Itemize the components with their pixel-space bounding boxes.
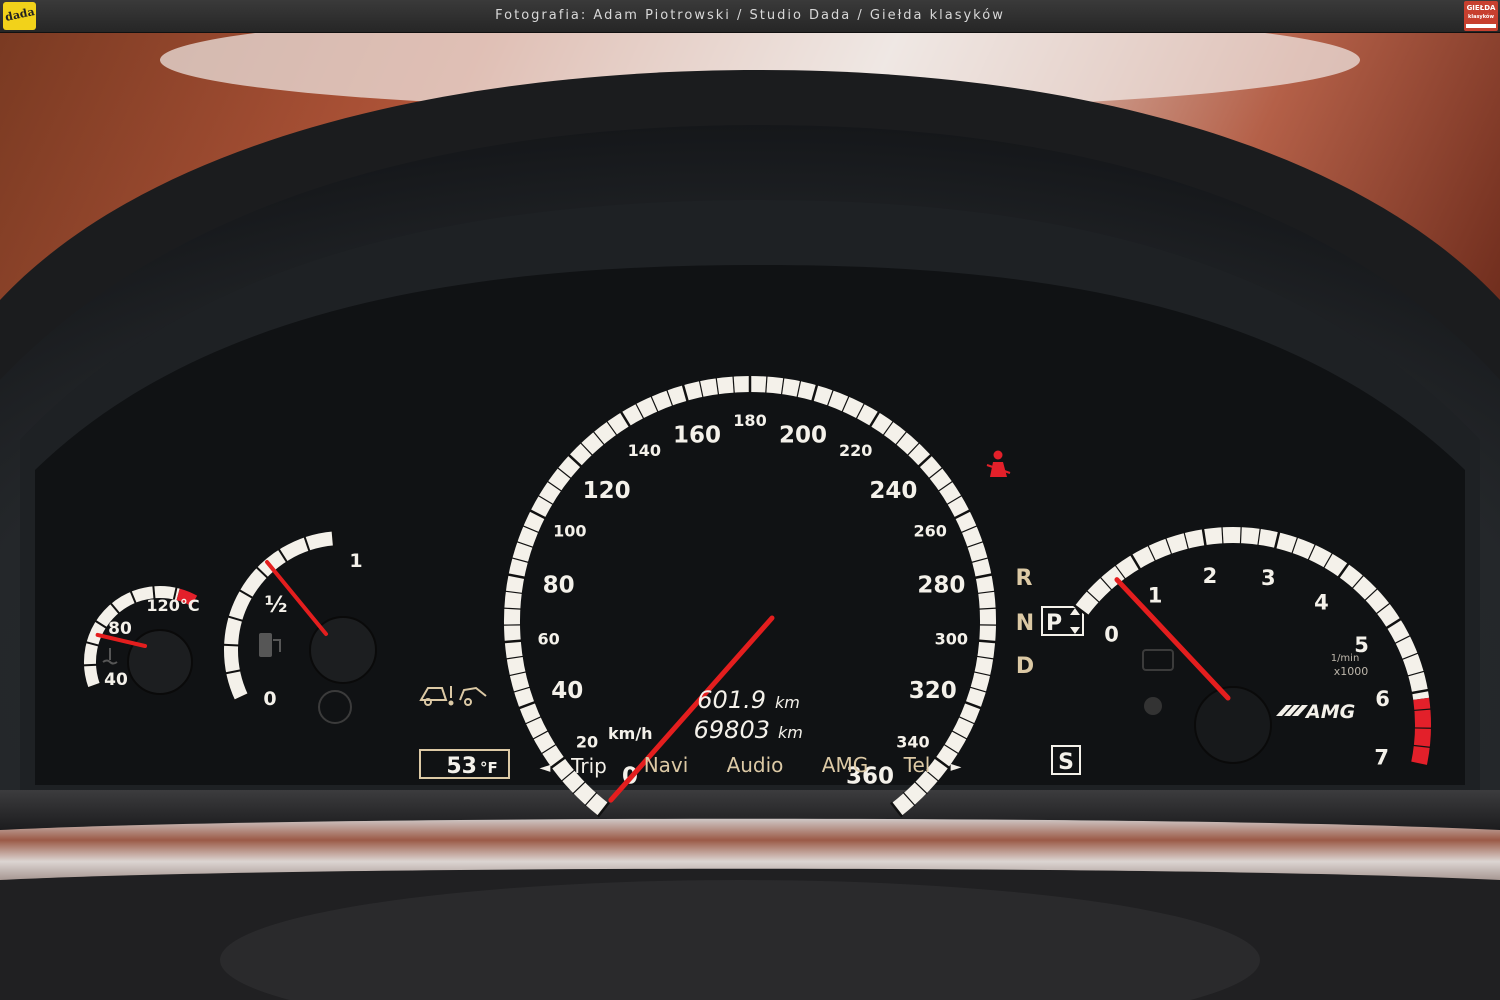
photo-credit-bar: dada Fotografia: Adam Piotrowski / Studi… bbox=[0, 0, 1500, 33]
trip-unit: km bbox=[775, 693, 800, 712]
speedometer-tick bbox=[503, 639, 522, 644]
tach-tick bbox=[1239, 526, 1242, 545]
rpm-label: 3 bbox=[1261, 566, 1276, 590]
rpm-multiplier: x1000 bbox=[1334, 665, 1369, 678]
rpm-label: 4 bbox=[1314, 590, 1329, 614]
rpm-label: 1 bbox=[1148, 584, 1163, 608]
speed-label-minor: 20 bbox=[576, 732, 598, 751]
menu-item-amg[interactable]: AMG bbox=[822, 753, 868, 777]
speed-label-minor: 300 bbox=[935, 629, 968, 648]
speed-label-minor: 340 bbox=[896, 732, 929, 751]
gielda-logo: GIEŁDA klasyków bbox=[1464, 1, 1498, 31]
menu-left-arrow-icon[interactable]: ◄ bbox=[540, 760, 551, 776]
menu-item-tel[interactable]: Tel bbox=[903, 753, 931, 777]
total-unit: km bbox=[778, 723, 803, 742]
speed-label-minor: 140 bbox=[628, 441, 661, 460]
speed-label-major: 80 bbox=[543, 572, 575, 598]
fuel-tick bbox=[331, 530, 335, 547]
drive-mode: S bbox=[1058, 750, 1074, 775]
speed-label-minor: 100 bbox=[553, 522, 586, 541]
tach-redzone bbox=[1410, 697, 1431, 767]
menu-item-audio[interactable]: Audio bbox=[727, 753, 784, 777]
menu-item-trip[interactable]: Trip bbox=[570, 754, 607, 778]
rpm-label: 6 bbox=[1375, 687, 1390, 711]
speed-label-major: 40 bbox=[551, 678, 583, 704]
speedometer-tick bbox=[978, 639, 997, 644]
fuel-label-half: ½ bbox=[265, 593, 288, 618]
rpm-label: 2 bbox=[1203, 564, 1218, 588]
temp-label-low: 40 bbox=[104, 670, 128, 690]
speed-label-major: 160 bbox=[673, 422, 721, 448]
gear-d: D bbox=[1016, 654, 1034, 679]
gear-r: R bbox=[1016, 566, 1033, 591]
menu-right-arrow-icon[interactable]: ► bbox=[951, 759, 962, 775]
temp-needle-hub bbox=[127, 629, 193, 695]
gear-selected: P bbox=[1046, 611, 1062, 636]
amg-brand: AMG bbox=[1304, 701, 1355, 723]
temp-label-mid: 80 bbox=[108, 619, 132, 639]
rpm-label: 7 bbox=[1374, 746, 1389, 770]
outside-temp-value: 53 bbox=[446, 754, 477, 779]
speed-unit: km/h bbox=[608, 724, 653, 743]
fuel-tick bbox=[223, 643, 240, 647]
photo-credit: Fotografia: Adam Piotrowski / Studio Dad… bbox=[495, 8, 1005, 23]
speed-label-major: 120 bbox=[583, 478, 631, 504]
rpm-unit: 1/min bbox=[1331, 653, 1360, 664]
instrument-cluster-photo: 0408012016020024028032036020601001401802… bbox=[0, 10, 1500, 1000]
speed-label-major: 200 bbox=[779, 422, 827, 448]
speed-label-minor: 180 bbox=[733, 411, 766, 430]
temp-label-high: 120°C bbox=[146, 596, 199, 615]
rpm-label: 0 bbox=[1104, 623, 1119, 647]
fuel-label-full: 1 bbox=[349, 550, 362, 572]
outside-temp-unit: °F bbox=[480, 759, 498, 777]
speed-label-minor: 60 bbox=[538, 629, 560, 648]
speed-label-major: 240 bbox=[869, 478, 917, 504]
speed-label-major: 280 bbox=[917, 572, 965, 598]
speed-label-minor: 220 bbox=[839, 441, 872, 460]
gear-n: N bbox=[1016, 611, 1034, 636]
total-distance: 69803 bbox=[694, 716, 770, 744]
speed-label-major: 320 bbox=[909, 678, 957, 704]
speed-label-minor: 260 bbox=[913, 522, 946, 541]
menu-item-navi[interactable]: Navi bbox=[644, 753, 689, 777]
temp-tick bbox=[83, 663, 98, 667]
indicator-dot bbox=[1144, 697, 1162, 715]
fuel-label-empty: 0 bbox=[263, 688, 276, 710]
tach-needle-hub bbox=[1194, 686, 1272, 764]
trip-distance: 601.9 bbox=[697, 686, 766, 714]
